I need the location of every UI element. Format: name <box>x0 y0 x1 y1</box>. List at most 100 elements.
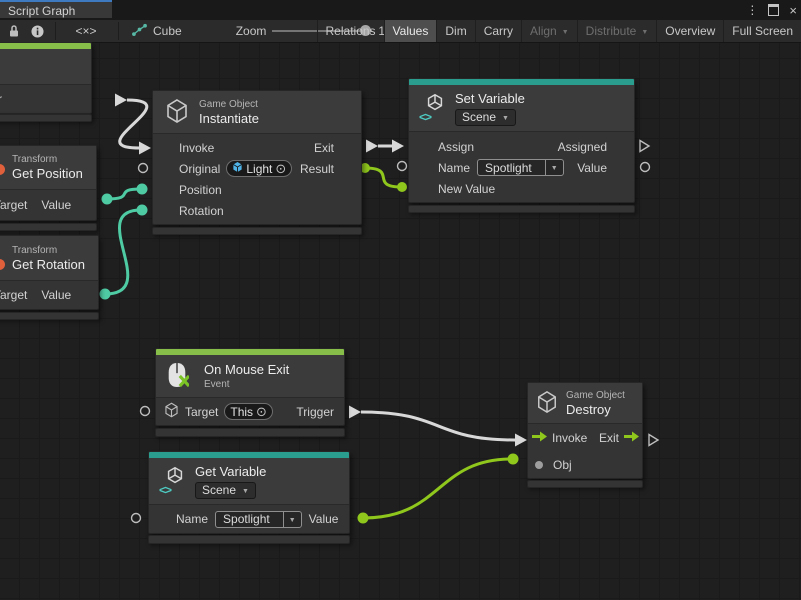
target-object-field[interactable]: This ⊙ <box>224 403 273 420</box>
node-header: <> Get Variable Scene ▼ <box>149 458 349 505</box>
node-row: Original Light ⊙ Result <box>153 158 361 179</box>
node-category: Transform <box>12 153 83 166</box>
chevron-down-icon: ▼ <box>551 165 558 172</box>
flow-input-arrowhead[interactable] <box>139 142 151 155</box>
node-header: Transform Get Rotation <box>0 236 98 281</box>
node-header: Game Object Instantiate <box>153 91 361 134</box>
node-footer <box>148 535 350 544</box>
flow-output-port[interactable] <box>115 94 127 107</box>
position-label: Position <box>179 183 222 197</box>
original-input-port[interactable] <box>139 164 148 173</box>
exit-label: Exit <box>599 431 619 445</box>
node-clipped-event[interactable]: r <box>0 42 92 114</box>
node-instantiate[interactable]: Game Object Instantiate Invoke Exit Orig… <box>152 90 362 225</box>
value-input-port[interactable] <box>508 454 519 465</box>
variable-name-dropdown[interactable]: Spotlight ▼ <box>477 159 564 176</box>
variable-name-dropdown[interactable]: Spotlight ▼ <box>215 511 302 528</box>
node-header <box>0 49 91 85</box>
code-icon: <> <box>159 483 171 497</box>
chevron-down-icon: ▼ <box>502 115 509 122</box>
node-row: Name Spotlight ▼ Value <box>149 505 349 533</box>
scene-variable-icon: <> <box>419 92 447 124</box>
node-row: Assign Assigned <box>409 136 634 157</box>
value-label: Value <box>41 198 71 212</box>
node-row: Invoke Exit <box>153 137 361 158</box>
value-input-port[interactable] <box>397 182 407 192</box>
node-row: Target This ⊙ Trigger <box>156 398 344 425</box>
node-category: Transform <box>12 244 85 257</box>
new-value-label: New Value <box>438 182 495 196</box>
wire-result-to-newvalue[interactable] <box>365 168 401 187</box>
node-set-variable[interactable]: <> Set Variable Scene ▼ Assign Assigned … <box>408 78 635 203</box>
target-input-port[interactable] <box>141 407 150 416</box>
exit-output-port[interactable] <box>649 435 658 446</box>
value-output-port[interactable] <box>641 163 650 172</box>
node-footer <box>408 205 635 213</box>
node-row: Position <box>153 179 361 200</box>
node-get-variable[interactable]: <> Get Variable Scene ▼ Name Spotlight ▼… <box>148 451 350 534</box>
flow-output-port[interactable] <box>349 406 361 419</box>
wire-rotation[interactable] <box>105 210 141 294</box>
code-icon: <> <box>419 110 431 124</box>
node-row: Name Spotlight ▼ Value <box>409 157 634 178</box>
assigned-label: Assigned <box>558 140 607 154</box>
node-row: r <box>0 85 91 113</box>
flow-input-arrowhead[interactable] <box>392 140 404 153</box>
target-object-name: This <box>230 405 253 419</box>
node-title: Set Variable <box>455 91 525 107</box>
node-row: New Value <box>409 178 634 199</box>
variable-scope-dropdown[interactable]: Scene ▼ <box>455 109 516 126</box>
assign-label: Assign <box>438 140 474 154</box>
flow-input-arrowhead[interactable] <box>515 434 527 447</box>
original-object-name: Light <box>246 162 272 176</box>
wire-position[interactable] <box>107 189 141 199</box>
node-footer <box>0 223 97 231</box>
node-on-mouse-exit[interactable]: On Mouse Exit Event Target This ⊙ Trigge… <box>155 348 345 426</box>
rotation-label: Rotation <box>179 204 224 218</box>
value-input-port[interactable] <box>137 205 148 216</box>
assigned-output-port[interactable] <box>640 141 649 152</box>
name-input-port[interactable] <box>132 514 141 523</box>
game-object-icon <box>232 161 243 176</box>
node-header: Transform Get Position <box>0 146 96 190</box>
node-title: Get Position <box>12 166 83 182</box>
node-footer <box>155 428 345 437</box>
name-input-port[interactable] <box>398 162 407 171</box>
node-category: Game Object <box>199 98 259 111</box>
unity-script-graph-window: Script Graph ⋮ × <×> Cube Zoom <box>0 0 801 600</box>
wires-layer <box>0 0 801 600</box>
node-get-rotation[interactable]: Transform Get Rotation Target Value <box>0 235 99 310</box>
node-footer <box>152 227 362 235</box>
flow-arrow-icon <box>624 431 639 445</box>
value-label: Value <box>41 288 71 302</box>
object-picker-icon[interactable]: ⊙ <box>275 162 286 175</box>
node-row: Target Value <box>0 190 96 220</box>
trigger-label: Trigger <box>296 405 334 419</box>
node-header: <> Set Variable Scene ▼ <box>409 85 634 132</box>
variable-scope-dropdown[interactable]: Scene ▼ <box>195 482 256 499</box>
wire-getvariable-to-obj[interactable] <box>363 459 512 518</box>
result-label: Result <box>300 162 334 176</box>
node-get-position[interactable]: Transform Get Position Target Value <box>0 145 97 221</box>
chevron-down-icon: ▼ <box>242 488 249 495</box>
invoke-label: Invoke <box>179 141 214 155</box>
node-title: Get Rotation <box>12 257 85 273</box>
wire-trigger-to-destroy[interactable] <box>361 412 515 440</box>
name-label: Name <box>438 161 470 175</box>
wire-event-to-instantiate[interactable] <box>120 100 147 148</box>
node-title: Get Variable <box>195 464 266 480</box>
value-label: Value <box>309 512 339 526</box>
node-subtitle: Event <box>204 378 289 391</box>
scene-variable-icon: <> <box>159 465 187 497</box>
object-picker-icon[interactable]: ⊙ <box>256 405 267 418</box>
node-title: Instantiate <box>199 111 259 127</box>
node-destroy[interactable]: Game Object Destroy Invoke Exit Obj <box>527 382 643 479</box>
mouse-exit-icon <box>165 359 195 393</box>
value-input-port[interactable] <box>137 184 148 195</box>
invoke-label: Invoke <box>552 431 587 445</box>
node-row: Rotation <box>153 200 361 221</box>
original-object-field[interactable]: Light ⊙ <box>226 160 292 177</box>
node-row: Invoke Exit <box>528 424 642 451</box>
flow-output-port[interactable] <box>366 140 378 153</box>
value-label: Value <box>577 161 607 175</box>
